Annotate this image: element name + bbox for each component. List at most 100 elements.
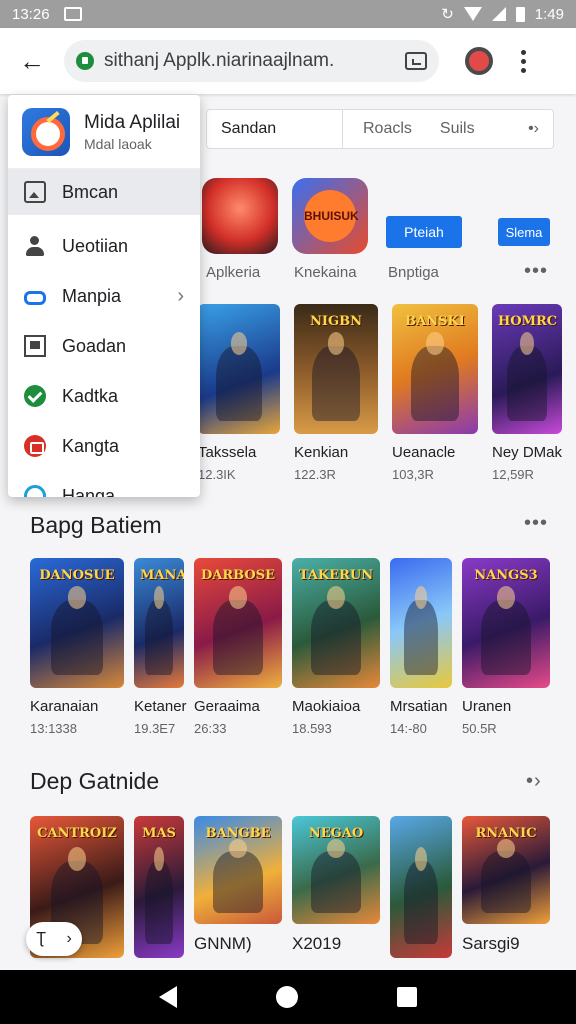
- menu-item-3[interactable]: Goadan: [8, 321, 200, 371]
- app-thumbnail-title: MANA: [140, 568, 184, 583]
- menu-header-subtitle: Mdal laoak: [84, 135, 152, 152]
- featured-app-1-icon[interactable]: [202, 178, 278, 254]
- app-thumbnail: TAKERUN: [292, 558, 380, 688]
- featured-secondary-button[interactable]: Slema: [498, 218, 550, 246]
- address-bar[interactable]: sithanj Applk.niarinaajlnam.: [64, 40, 439, 82]
- app-thumbnail-title: NIGBN: [310, 314, 362, 329]
- app-card[interactable]: NANGS3 Uranen 50.5R: [462, 558, 550, 736]
- secure-lock-icon: [76, 52, 94, 70]
- app-card[interactable]: NIGBN Kenkian 122.3R: [294, 304, 378, 482]
- app-row-1: Takssela 12.3IK NIGBN Kenkian 122.3R BAN…: [198, 304, 562, 482]
- menu-item-label: Kangta: [62, 435, 120, 456]
- menu-item-0[interactable]: Bmcan: [8, 169, 200, 215]
- menu-item-1[interactable]: Ueotiian: [8, 221, 200, 271]
- url-text[interactable]: sithanj Applk.niarinaajlnam.: [104, 50, 397, 72]
- app-thumbnail: [390, 558, 452, 688]
- gallery-notification-icon: [63, 7, 82, 21]
- app-card[interactable]: DARBOSE Geraaima 26:33: [194, 558, 282, 736]
- section-title: Dep Gatnide: [30, 768, 160, 794]
- app-thumbnail-title: MAS: [142, 826, 176, 841]
- app-card[interactable]: DANOSUE Karanaian 13:1338: [30, 558, 124, 736]
- app-card[interactable]: Takssela 12.3IK: [198, 304, 280, 482]
- character-art: [481, 585, 531, 675]
- menu-item-6[interactable]: Hanga: [8, 471, 200, 497]
- app-name: Sarsgi9: [462, 934, 520, 953]
- app-size: 26:33: [194, 721, 227, 736]
- fab-left-icon: Ʈ: [36, 930, 46, 947]
- chevron-right-icon: ›: [177, 284, 184, 307]
- app-card[interactable]: [390, 816, 452, 958]
- battery-icon: [515, 6, 525, 22]
- nav-back-icon[interactable]: [159, 986, 178, 1008]
- app-row-2: DANOSUE Karanaian 13:1338 MANA Ketaner 1…: [30, 558, 550, 736]
- sync-icon: ↻: [441, 6, 454, 23]
- app-thumbnail: BANSKI: [392, 304, 478, 434]
- app-thumbnail: [198, 304, 280, 434]
- tabs-more-icon[interactable]: •›: [514, 110, 553, 148]
- app-card[interactable]: BANSKI Ueanacle 103,3R: [392, 304, 478, 482]
- blue-ring-icon: [24, 485, 46, 497]
- app-size: 13:1338: [30, 721, 77, 736]
- app-thumbnail: RNANIC: [462, 816, 550, 924]
- app-name: Ueanacle: [392, 444, 456, 461]
- app-thumbnail-title: CANTROIZ: [37, 826, 117, 841]
- app-name: GNNM): [194, 934, 252, 953]
- character-art: [216, 331, 262, 421]
- browser-toolbar: ← sithanj Applk.niarinaajlnam.: [0, 28, 576, 94]
- featured-action-button[interactable]: Pteiah: [386, 216, 462, 248]
- app-size: 12.3IK: [198, 467, 236, 482]
- app-thumbnail: NANGS3: [462, 558, 550, 688]
- category-tabs: Sandan Roacls Suils •›: [206, 109, 554, 149]
- character-art: [403, 846, 439, 944]
- featured-app-2-icon[interactable]: BHUISUK: [292, 178, 368, 254]
- tab-1[interactable]: Sandan: [207, 110, 343, 148]
- app-card[interactable]: MANA Ketaner 19.3E7: [134, 558, 187, 736]
- status-time: 13:26: [12, 5, 50, 23]
- app-name: Kenkian: [294, 444, 349, 461]
- app-thumbnail: HOMRC: [492, 304, 562, 434]
- menu-item-2[interactable]: Manpia ›: [8, 271, 200, 321]
- app-name: Uranen: [462, 698, 512, 715]
- app-size: 122.3R: [294, 467, 336, 482]
- app-name: Karanaian: [30, 698, 99, 715]
- app-size: 103,3R: [392, 467, 434, 482]
- app-card[interactable]: Mrsatian 14:-80: [390, 558, 452, 736]
- nav-home-icon[interactable]: [275, 986, 298, 1008]
- character-art: [50, 585, 104, 675]
- account-avatar-icon[interactable]: [465, 47, 493, 75]
- app-card[interactable]: BANGBE GNNM): [194, 816, 282, 958]
- tab-2[interactable]: Roacls: [343, 110, 426, 148]
- app-thumbnail-title: HOMRC: [498, 314, 558, 329]
- app-size: 50.5R: [462, 721, 497, 736]
- app-thumbnail-title: NANGS3: [474, 568, 538, 583]
- menu-item-label: Manpia: [62, 285, 122, 306]
- dropdown-menu: Mida Aplilai Mdal laoak Bmcan Ueotiian M…: [8, 95, 200, 497]
- menu-item-label: Ueotiian: [62, 235, 129, 256]
- back-arrow-icon[interactable]: ←: [0, 46, 64, 77]
- app-card[interactable]: TAKERUN Maokiaioa 18.593: [292, 558, 380, 736]
- image-icon: [24, 181, 46, 203]
- signal-icon: [491, 7, 506, 21]
- overflow-menu-icon[interactable]: [521, 49, 527, 73]
- menu-item-4[interactable]: Kadtka: [8, 371, 200, 421]
- app-card[interactable]: HOMRC Ney DMak 12,59R: [492, 304, 562, 482]
- character-art: [145, 585, 173, 675]
- tab-switcher-icon[interactable]: [405, 52, 427, 70]
- app-size: 18.593: [292, 721, 332, 736]
- section-arrow-icon[interactable]: •›: [526, 770, 542, 793]
- section-more-icon[interactable]: •••: [524, 512, 548, 535]
- app-card[interactable]: MAS: [134, 816, 184, 958]
- menu-item-5[interactable]: Kangta: [8, 421, 200, 471]
- tab-3[interactable]: Suils: [426, 110, 489, 148]
- more-icon[interactable]: •••: [524, 260, 548, 283]
- character-art: [410, 331, 460, 421]
- app-size: 14:-80: [390, 721, 427, 736]
- app-card[interactable]: NEGAO X2019: [292, 816, 380, 958]
- menu-header[interactable]: Mida Aplilai Mdal laoak: [8, 95, 200, 169]
- floating-action-button[interactable]: Ʈ ›: [26, 922, 82, 956]
- app-card[interactable]: RNANIC Sarsgi9: [462, 816, 550, 958]
- app-name: X2019: [292, 934, 342, 953]
- nav-recents-icon[interactable]: [396, 987, 417, 1007]
- character-art: [312, 331, 360, 421]
- menu-item-label: Kadtka: [62, 385, 119, 406]
